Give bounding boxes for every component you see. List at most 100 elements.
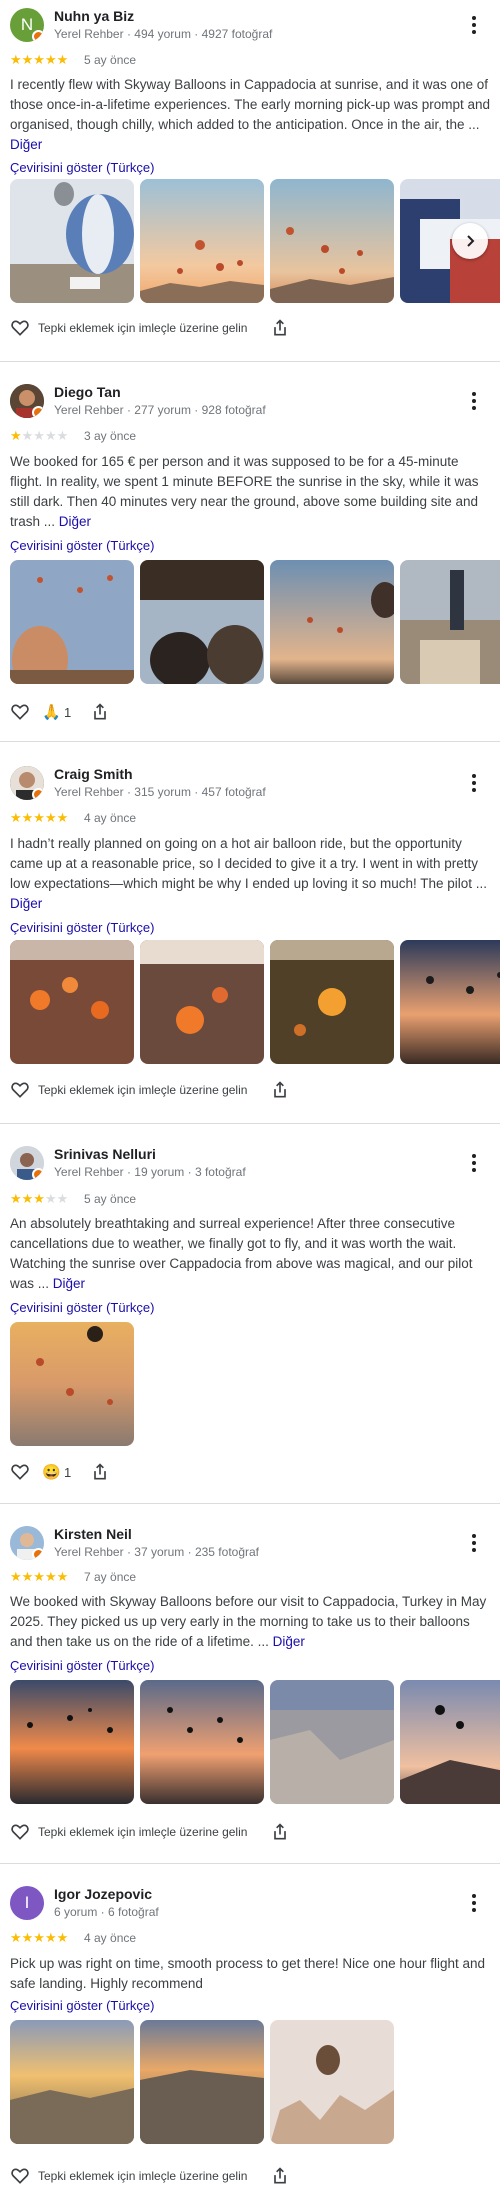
more-link[interactable]: Diğer <box>59 514 91 529</box>
more-link[interactable]: Diğer <box>10 137 42 152</box>
review-photo[interactable] <box>10 179 134 303</box>
photo-image <box>10 560 134 684</box>
photo-image <box>140 560 264 684</box>
photo-image <box>270 560 394 684</box>
local-guide-badge-icon <box>32 1548 44 1560</box>
share-icon[interactable] <box>270 1080 290 1100</box>
review-photo[interactable] <box>140 560 264 684</box>
reviewer-meta[interactable]: 6 yorum · 6 fotoğraf <box>54 1905 159 1919</box>
photo-image <box>10 1680 134 1804</box>
star-rating: ★★★★★ <box>10 428 69 443</box>
reviewer-name[interactable]: Kirsten Neil <box>54 1526 132 1542</box>
review-photo[interactable] <box>10 940 134 1064</box>
review-divider <box>0 1503 500 1504</box>
photo-image <box>140 2020 264 2144</box>
more-link[interactable]: Diğer <box>53 1276 85 1291</box>
photo-image <box>270 179 394 303</box>
react-hint: Tepki eklemek için imleçle üzerine gelin <box>38 1825 248 1839</box>
photo-image <box>270 2020 394 2144</box>
review-text: We booked for 165 € per person and it wa… <box>10 452 490 532</box>
more-options-icon[interactable] <box>466 1532 482 1554</box>
photo-image <box>10 1322 134 1446</box>
share-icon[interactable] <box>90 1462 110 1482</box>
review-text-body: I recently flew with Skyway Balloons in … <box>10 77 490 132</box>
reaction-count: 1 <box>64 705 72 720</box>
reviewer-meta[interactable]: Yerel Rehber · 19 yorum · 3 fotoğraf <box>54 1165 246 1179</box>
review-date: 3 ay önce <box>84 429 137 443</box>
review-photo[interactable] <box>400 1680 500 1804</box>
review-photo[interactable] <box>140 2020 264 2144</box>
review-date: 4 ay önce <box>84 811 137 825</box>
review-photo[interactable] <box>400 560 500 684</box>
photo-strip <box>10 560 500 684</box>
reviewer-name[interactable]: Diego Tan <box>54 384 121 400</box>
more-options-icon[interactable] <box>466 1152 482 1174</box>
review-photo[interactable] <box>270 940 394 1064</box>
avatar[interactable]: I <box>10 1886 44 1920</box>
review-photo[interactable] <box>270 179 394 303</box>
more-link[interactable]: Diğer <box>273 1634 305 1649</box>
reviewer-meta[interactable]: Yerel Rehber · 315 yorum · 457 fotoğraf <box>54 785 266 799</box>
review-photo[interactable] <box>270 1680 394 1804</box>
reviewer-name[interactable]: Nuhn ya Biz <box>54 8 134 24</box>
review-card: I Igor Jozepovic 6 yorum · 6 fotoğraf ★★… <box>0 1886 500 2212</box>
more-options-icon[interactable] <box>466 772 482 794</box>
avatar[interactable] <box>10 1146 44 1180</box>
reviewer-name[interactable]: Craig Smith <box>54 766 133 782</box>
more-options-icon[interactable] <box>466 1892 482 1914</box>
review-photo[interactable] <box>270 2020 394 2144</box>
review-photo[interactable] <box>10 1680 134 1804</box>
translate-link[interactable]: Çevirisini göster (Türkçe) <box>10 1998 154 2013</box>
review-photo[interactable] <box>140 1680 264 1804</box>
review-text: Pick up was right on time, smooth proces… <box>10 1954 490 1994</box>
review-photo[interactable] <box>10 2020 134 2144</box>
photo-image <box>10 179 134 303</box>
review-photo[interactable] <box>10 1322 134 1446</box>
reaction-emoji[interactable]: 😀 <box>42 1463 61 1481</box>
reviewer-name[interactable]: Srinivas Nelluri <box>54 1146 156 1162</box>
share-icon[interactable] <box>90 702 110 722</box>
more-options-icon[interactable] <box>466 14 482 36</box>
translate-link[interactable]: Çevirisini göster (Türkçe) <box>10 538 154 553</box>
reviewer-name[interactable]: Igor Jozepovic <box>54 1886 152 1902</box>
heart-icon[interactable] <box>10 2166 30 2186</box>
reviewer-meta[interactable]: Yerel Rehber · 494 yorum · 4927 fotoğraf <box>54 27 272 41</box>
translate-link[interactable]: Çevirisini göster (Türkçe) <box>10 1658 154 1673</box>
avatar[interactable]: N <box>10 8 44 42</box>
reviewer-meta[interactable]: Yerel Rehber · 277 yorum · 928 fotoğraf <box>54 403 266 417</box>
share-icon[interactable] <box>270 318 290 338</box>
heart-icon[interactable] <box>10 318 30 338</box>
avatar[interactable] <box>10 1526 44 1560</box>
photo-strip <box>10 2020 500 2144</box>
heart-icon[interactable] <box>10 1462 30 1482</box>
share-icon[interactable] <box>270 1822 290 1842</box>
review-text-body: I hadn’t really planned on going on a ho… <box>10 836 488 891</box>
local-guide-badge-icon <box>32 788 44 800</box>
review-photo[interactable] <box>400 940 500 1064</box>
review-card: Kirsten Neil Yerel Rehber · 37 yorum · 2… <box>0 1526 500 1846</box>
review-date: 5 ay önce <box>84 1192 137 1206</box>
translate-link[interactable]: Çevirisini göster (Türkçe) <box>10 160 154 175</box>
next-photo-button[interactable] <box>452 223 488 259</box>
translate-link[interactable]: Çevirisini göster (Türkçe) <box>10 920 154 935</box>
share-icon[interactable] <box>270 2166 290 2186</box>
review-card: Srinivas Nelluri Yerel Rehber · 19 yorum… <box>0 1146 500 1486</box>
translate-link[interactable]: Çevirisini göster (Türkçe) <box>10 1300 154 1315</box>
heart-icon[interactable] <box>10 1080 30 1100</box>
more-link[interactable]: Diğer <box>10 896 42 911</box>
reaction-emoji[interactable]: 🙏 <box>42 703 61 721</box>
more-options-icon[interactable] <box>466 390 482 412</box>
reviewer-meta[interactable]: Yerel Rehber · 37 yorum · 235 fotoğraf <box>54 1545 259 1559</box>
review-photo[interactable] <box>270 560 394 684</box>
reaction-count: 1 <box>64 1465 72 1480</box>
review-date: 7 ay önce <box>84 1570 137 1584</box>
avatar[interactable] <box>10 766 44 800</box>
heart-icon[interactable] <box>10 702 30 722</box>
avatar[interactable] <box>10 384 44 418</box>
star-rating: ★★★★★ <box>10 810 69 825</box>
review-photo[interactable] <box>140 179 264 303</box>
review-photo[interactable] <box>10 560 134 684</box>
heart-icon[interactable] <box>10 1822 30 1842</box>
review-photo[interactable] <box>140 940 264 1064</box>
star-rating: ★★★★★ <box>10 1930 69 1945</box>
